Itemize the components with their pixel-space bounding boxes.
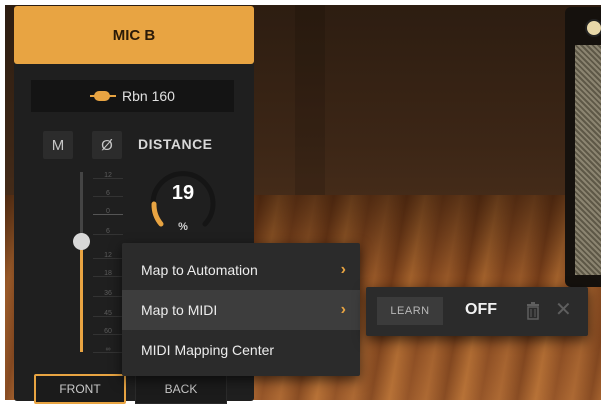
fader-tick: 6 <box>106 228 110 235</box>
fader-fill <box>80 240 83 352</box>
menu-item-map-to-automation[interactable]: Map to Automation › <box>122 250 360 290</box>
distance-unit: % <box>178 221 188 233</box>
menu-item-label: Map to Automation <box>141 262 258 278</box>
fader-tick: 45 <box>104 310 112 317</box>
menu-item-midi-mapping-center[interactable]: MIDI Mapping Center <box>122 330 360 370</box>
midi-mapping-value: OFF <box>465 301 497 318</box>
fader-tick: 0 <box>106 208 110 215</box>
mute-button[interactable]: M <box>43 131 73 159</box>
distance-label: DISTANCE <box>138 136 213 152</box>
menu-item-label: MIDI Mapping Center <box>141 342 275 358</box>
chevron-right-icon: › <box>340 261 346 278</box>
distance-value: 19 <box>171 182 195 204</box>
mic-model-label: Rbn 160 <box>122 88 175 104</box>
fader-tick: 18 <box>104 270 112 277</box>
front-position-button[interactable]: FRONT <box>34 374 126 404</box>
context-menu: Map to Automation › Map to MIDI › MIDI M… <box>122 243 360 376</box>
mic-title[interactable]: MIC B <box>14 6 254 64</box>
menu-item-map-to-midi[interactable]: Map to MIDI › <box>122 290 360 330</box>
fader-tick: 36 <box>104 290 112 297</box>
fader-tick: 12 <box>104 252 112 259</box>
fader-tick: 60 <box>104 328 112 335</box>
chevron-right-icon: › <box>340 301 346 318</box>
amp-grill <box>575 45 601 275</box>
mic-model-selector[interactable]: Rbn 160 <box>31 80 234 112</box>
fader-handle[interactable] <box>73 233 90 250</box>
midi-submenu: LEARN OFF ✕ <box>366 287 588 336</box>
back-position-button[interactable]: BACK <box>135 374 227 404</box>
phase-invert-button[interactable]: Ø <box>92 131 122 159</box>
trash-icon[interactable] <box>526 302 540 320</box>
close-icon[interactable]: ✕ <box>555 300 572 320</box>
menu-item-label: Map to MIDI <box>141 302 218 318</box>
fader-tick: 6 <box>106 190 110 197</box>
learn-button[interactable]: LEARN <box>377 297 443 325</box>
fader-tick: 12 <box>104 172 112 179</box>
fader-tick: ∞ <box>105 346 111 353</box>
ribbon-mic-icon <box>90 91 117 101</box>
amp-knob <box>585 19 601 37</box>
